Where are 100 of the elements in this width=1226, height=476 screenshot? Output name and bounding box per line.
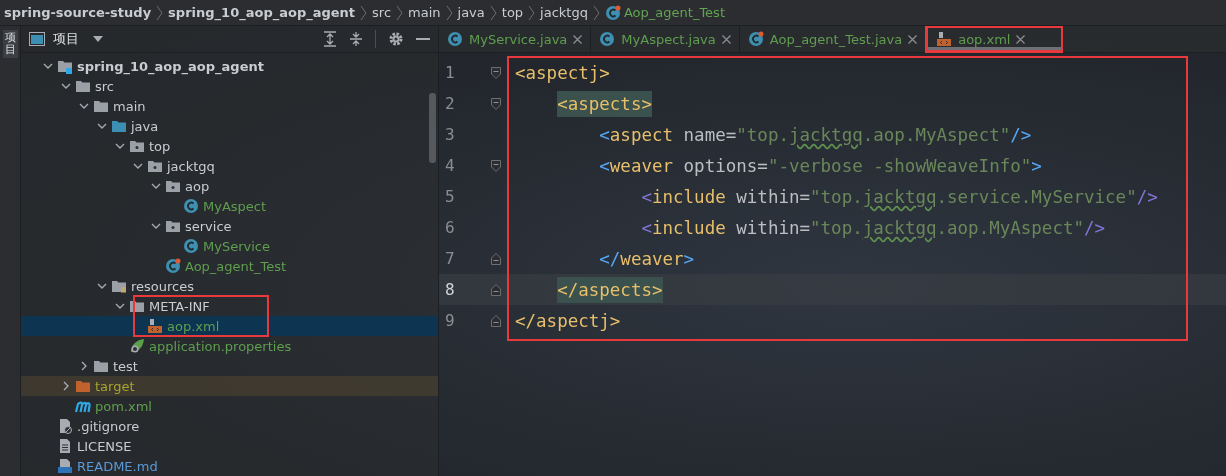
line-number: 2 bbox=[444, 94, 456, 113]
code-line: <include within="top.jacktgq.aop.MyAspect"/> bbox=[641, 216, 1106, 240]
settings-icon[interactable] bbox=[388, 31, 404, 47]
close-icon[interactable] bbox=[573, 34, 583, 44]
tree-item[interactable]: test bbox=[21, 356, 438, 376]
tree-item-label: .gitignore bbox=[77, 418, 140, 434]
tree-item-label: top bbox=[149, 138, 171, 154]
tree-item[interactable]: spring_10_aop_aop_agent bbox=[21, 56, 438, 76]
tree-item-label: MyService bbox=[203, 238, 270, 254]
tree-item[interactable]: aop bbox=[21, 176, 438, 196]
tree-item[interactable]: src bbox=[21, 76, 438, 96]
tree-item-label: aop bbox=[185, 178, 210, 194]
chevron-icon bbox=[528, 4, 536, 21]
breadcrumb-item[interactable]: jacktgq bbox=[540, 5, 588, 20]
fold-marker-icon[interactable] bbox=[491, 252, 501, 265]
tree-item[interactable]: jacktgq bbox=[21, 156, 438, 176]
tree-item-label: target bbox=[95, 378, 135, 394]
chevron-icon bbox=[445, 4, 453, 21]
breadcrumb-item[interactable]: top bbox=[501, 5, 524, 20]
tree-item-label: test bbox=[113, 358, 138, 374]
tree-item[interactable]: META-INF bbox=[21, 296, 438, 316]
project-tool-window-button[interactable]: 项目 bbox=[2, 30, 18, 59]
tree-item[interactable]: main bbox=[21, 96, 438, 116]
tree-item[interactable]: MyService bbox=[21, 236, 438, 256]
tree-item[interactable]: java bbox=[21, 116, 438, 136]
tree-item-label: application.properties bbox=[149, 338, 292, 354]
line-number: 4 bbox=[444, 156, 456, 175]
fold-marker-icon[interactable] bbox=[491, 66, 501, 79]
tree-item-label: Aop_agent_Test bbox=[185, 258, 287, 274]
close-icon[interactable] bbox=[908, 34, 918, 44]
xml-file-icon bbox=[936, 31, 953, 47]
breadcrumb-item[interactable]: Aop_agent_Test bbox=[604, 4, 725, 21]
tree-item[interactable]: MyAspect bbox=[21, 196, 438, 216]
class-icon bbox=[599, 31, 616, 47]
tree-item-label: spring_10_aop_aop_agent bbox=[77, 58, 264, 74]
chevron-icon bbox=[360, 4, 368, 21]
chevron-icon bbox=[592, 4, 600, 21]
editor-tab[interactable]: MyService.java bbox=[439, 26, 592, 52]
fold-marker-icon[interactable] bbox=[491, 283, 501, 296]
tree-item[interactable]: LICENSE bbox=[21, 436, 438, 456]
tree-item-label: MyAspect bbox=[203, 198, 267, 214]
breadcrumb-item[interactable]: main bbox=[408, 5, 441, 20]
tree-item[interactable]: service bbox=[21, 216, 438, 236]
tree-item[interactable]: application.properties bbox=[21, 336, 438, 356]
line-number: 6 bbox=[444, 218, 456, 237]
project-view-dropdown[interactable]: 项目 bbox=[29, 30, 103, 48]
breadcrumb-item[interactable]: java bbox=[457, 5, 485, 20]
caret-icon bbox=[93, 36, 103, 42]
line-number: 7 bbox=[444, 249, 456, 268]
collapse-all-icon[interactable] bbox=[349, 31, 363, 47]
close-icon[interactable] bbox=[721, 34, 731, 44]
chevron-icon[interactable] bbox=[151, 221, 161, 231]
tree-item-label: jacktgq bbox=[167, 158, 215, 174]
breadcrumb-item[interactable]: spring_10_aop_aop_agent bbox=[168, 5, 356, 20]
line-number: 9 bbox=[444, 311, 456, 330]
code-line: </aspectj> bbox=[515, 309, 621, 333]
tree-item[interactable]: README.md bbox=[21, 456, 438, 476]
tree-item[interactable]: aop.xml bbox=[21, 316, 438, 336]
code-line: <include within="top.jacktgq.service.MyService"/> bbox=[641, 185, 1158, 209]
code-line: <aspect name="top.jacktgq.aop.MyAspect"/> bbox=[599, 123, 1032, 147]
code-line: </weaver> bbox=[599, 247, 695, 271]
editor-tab[interactable]: MyAspect.java bbox=[591, 26, 740, 52]
tree-item-label: src bbox=[95, 78, 114, 94]
tree-item-label: service bbox=[185, 218, 232, 234]
line-number: 8 bbox=[444, 280, 456, 299]
window-icon bbox=[29, 32, 45, 46]
chevron-icon bbox=[156, 4, 164, 21]
chevron-icon bbox=[489, 4, 497, 21]
tree-item-label: META-INF bbox=[149, 298, 210, 314]
tree-item-label: main bbox=[113, 98, 146, 114]
tree-item[interactable]: target bbox=[21, 376, 438, 396]
tree-item-label: aop.xml bbox=[167, 318, 220, 334]
test-class-icon bbox=[747, 31, 764, 47]
tree-item[interactable]: top bbox=[21, 136, 438, 156]
line-number: 1 bbox=[444, 63, 456, 82]
chevron-icon bbox=[396, 4, 404, 21]
scrollbar-thumb[interactable] bbox=[429, 93, 436, 163]
editor-tab[interactable]: aop.xml bbox=[926, 26, 1063, 52]
breadcrumb-item[interactable]: src bbox=[372, 5, 392, 20]
tree-item[interactable]: .gitignore bbox=[21, 416, 438, 436]
code-line: <weaver options="-verbose -showWeaveInfo"> bbox=[599, 154, 1042, 178]
editor-tab[interactable]: Aop_agent_Test.java bbox=[739, 26, 927, 52]
tree-item[interactable]: pom.xml bbox=[21, 396, 438, 416]
close-icon[interactable] bbox=[1016, 34, 1026, 44]
class-icon bbox=[447, 31, 463, 47]
breadcrumb-item[interactable]: spring-source-study bbox=[4, 5, 152, 20]
fold-marker-icon[interactable] bbox=[491, 97, 501, 110]
tree-item-label: pom.xml bbox=[95, 398, 152, 414]
tree-item[interactable]: resources bbox=[21, 276, 438, 296]
tree-item-label: LICENSE bbox=[77, 438, 132, 454]
fold-marker-icon[interactable] bbox=[491, 314, 501, 327]
class-icon bbox=[604, 4, 621, 21]
tree-item-label: resources bbox=[131, 278, 194, 294]
code-line: <aspectj> bbox=[515, 61, 610, 85]
tree-item-label: README.md bbox=[77, 458, 158, 474]
tree-item[interactable]: Aop_agent_Test bbox=[21, 256, 438, 276]
tree-item-label: java bbox=[131, 118, 159, 134]
fold-marker-icon[interactable] bbox=[491, 159, 501, 172]
expand-all-icon[interactable] bbox=[323, 31, 337, 47]
line-number: 3 bbox=[444, 125, 456, 144]
